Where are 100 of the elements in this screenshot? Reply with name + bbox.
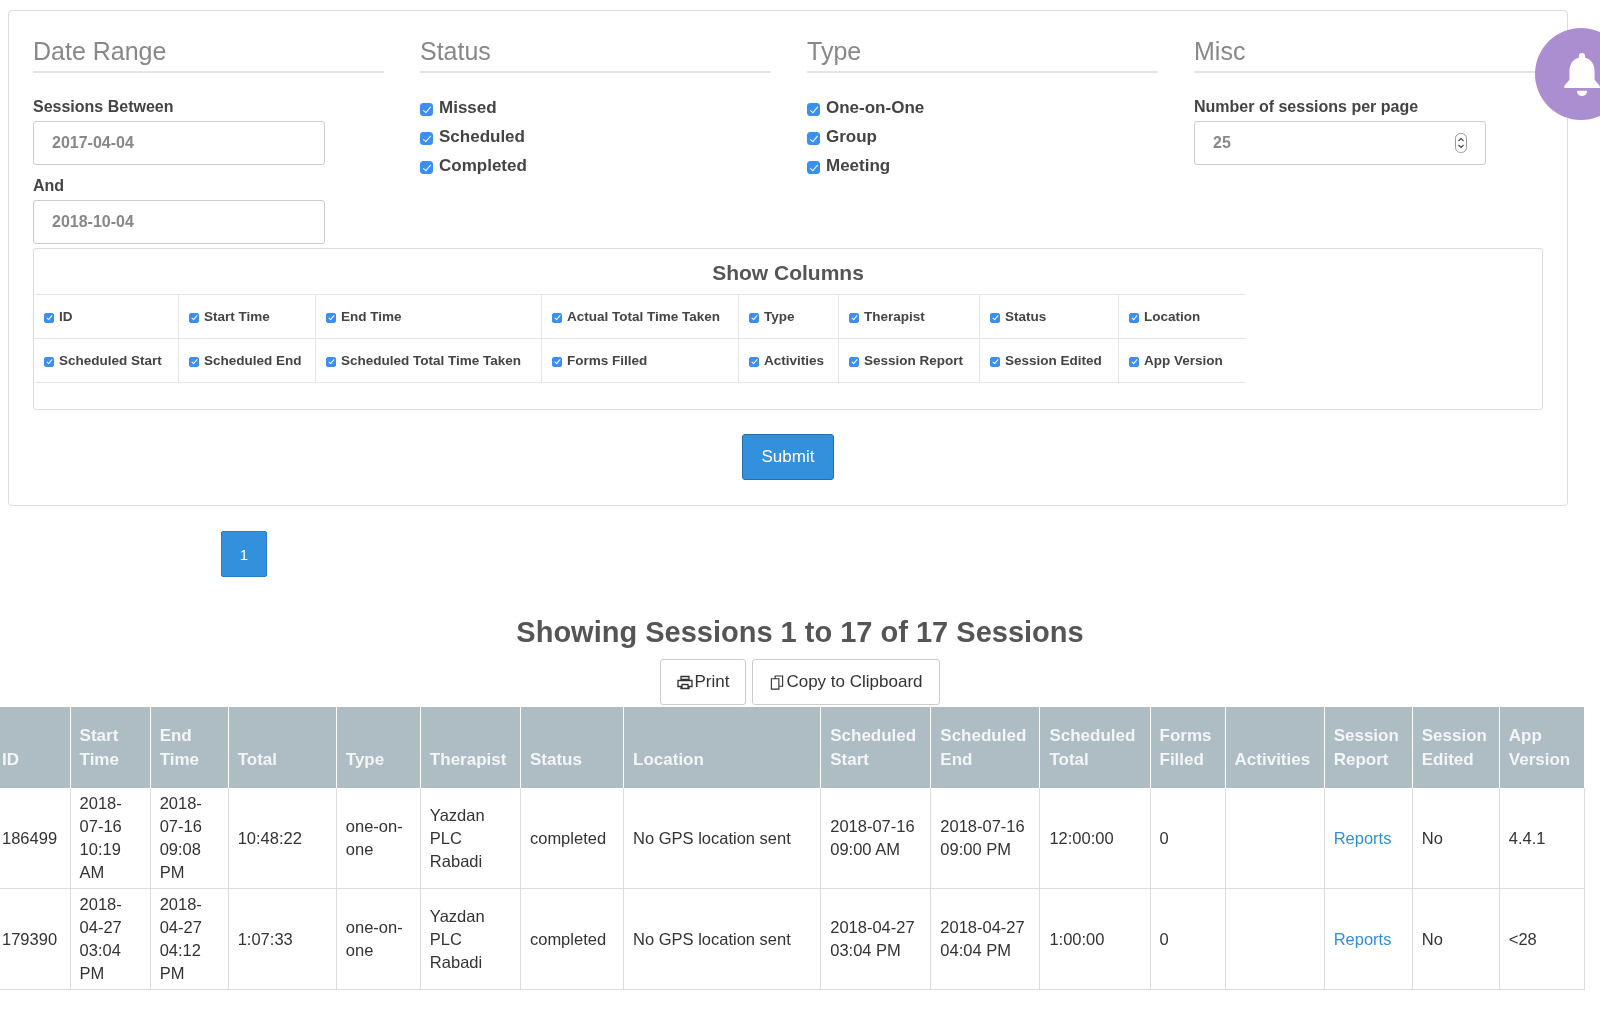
table-cell: 0 bbox=[1159, 929, 1169, 948]
table-cell: 2018-04-27 03:04 PM bbox=[830, 918, 915, 959]
submit-button[interactable]: Submit bbox=[742, 434, 834, 480]
checkbox[interactable] bbox=[849, 357, 859, 367]
table-cell: 1:00:00 bbox=[1049, 929, 1105, 948]
table-cell: one-on-one bbox=[345, 817, 403, 858]
table-cell: No GPS location sent bbox=[633, 929, 791, 948]
table-cell: Yazdan PLC Rabadi bbox=[429, 805, 485, 870]
section-heading: Type bbox=[807, 31, 1158, 73]
table-cell: 2018-07-16 10:19 AM bbox=[79, 794, 122, 881]
spinner-icon[interactable] bbox=[1455, 133, 1467, 153]
checkbox-label: Session Report bbox=[864, 353, 964, 368]
print-button[interactable]: Print bbox=[660, 659, 747, 705]
table-cell: 2018-07-16 09:08 PM bbox=[159, 794, 202, 881]
checkbox-label: Therapist bbox=[864, 309, 925, 324]
column-header: App Version bbox=[1499, 707, 1585, 788]
checkbox[interactable] bbox=[807, 132, 820, 145]
table-cell: <28 bbox=[1508, 929, 1537, 948]
table-cell: 2018-07-16 09:00 PM bbox=[940, 817, 1025, 858]
table-cell: 179390 bbox=[2, 929, 58, 948]
table-cell: 12:00:00 bbox=[1049, 828, 1114, 847]
checkbox[interactable] bbox=[189, 357, 199, 367]
table-cell: one-on-one bbox=[345, 918, 403, 959]
column-header: Scheduled End bbox=[930, 707, 1040, 788]
column-header: Therapist bbox=[420, 707, 521, 788]
field-label: Sessions Between bbox=[33, 98, 175, 116]
reports-link[interactable]: Reports bbox=[1333, 828, 1392, 847]
checkbox[interactable] bbox=[749, 313, 759, 323]
column-header: Status bbox=[520, 707, 624, 788]
column-header: ID bbox=[0, 707, 71, 788]
table-cell: completed bbox=[529, 929, 607, 948]
checkbox[interactable] bbox=[552, 313, 562, 323]
printer-icon bbox=[677, 674, 694, 690]
checkbox-label: Scheduled Start bbox=[59, 353, 162, 368]
table-cell: Yazdan PLC Rabadi bbox=[429, 906, 485, 971]
checkbox-label: Actual Total Time Taken bbox=[567, 309, 721, 324]
checkbox[interactable] bbox=[807, 161, 820, 174]
checkbox-label: Session Edited bbox=[1005, 353, 1102, 368]
column-header: Session Report bbox=[1324, 707, 1413, 788]
checkbox[interactable] bbox=[990, 357, 1000, 367]
checkbox[interactable] bbox=[807, 103, 820, 116]
checkbox-label: Group bbox=[826, 127, 877, 147]
bell-icon bbox=[1561, 51, 1600, 97]
column-header: End Time bbox=[150, 707, 229, 788]
checkbox[interactable] bbox=[326, 313, 336, 323]
field-label: And bbox=[33, 177, 66, 195]
checkbox-label: Location bbox=[1144, 309, 1201, 324]
column-header: Forms Filled bbox=[1150, 707, 1226, 788]
checkbox-label: End Time bbox=[341, 309, 402, 324]
checkbox-label: Meeting bbox=[826, 156, 891, 176]
checkbox[interactable] bbox=[1129, 313, 1139, 323]
checkbox[interactable] bbox=[990, 313, 1000, 323]
results-title: Showing Sessions 1 to 17 of 17 Sessions bbox=[515, 616, 1085, 649]
copy-button[interactable]: Copy to Clipboard bbox=[752, 659, 940, 705]
checkbox-label: Activities bbox=[764, 353, 825, 368]
page-button[interactable]: 1 bbox=[221, 531, 267, 577]
number-input-field[interactable]: 25 bbox=[1194, 121, 1486, 165]
column-header: Session Edited bbox=[1412, 707, 1500, 788]
checkbox[interactable] bbox=[44, 357, 54, 367]
checkbox-label: Status bbox=[1005, 309, 1047, 324]
section-heading: Date Range bbox=[33, 31, 384, 73]
checkbox[interactable] bbox=[420, 132, 433, 145]
checkbox[interactable] bbox=[44, 313, 54, 323]
table-cell: completed bbox=[529, 828, 607, 847]
table-cell: 2018-07-16 09:00 AM bbox=[830, 817, 915, 858]
checkbox-label: One-on-One bbox=[826, 98, 925, 118]
table-cell: No bbox=[1421, 929, 1443, 948]
column-header: Total bbox=[228, 707, 337, 788]
checkbox[interactable] bbox=[552, 357, 562, 367]
checkbox[interactable] bbox=[749, 357, 759, 367]
date-input-field[interactable]: 2018-10-04 bbox=[33, 200, 325, 244]
checkbox[interactable] bbox=[326, 357, 336, 367]
checkbox-label: Completed bbox=[439, 156, 527, 176]
checkbox-label: App Version bbox=[1144, 353, 1223, 368]
checkbox-label: Type bbox=[764, 309, 795, 324]
column-header: Scheduled Total bbox=[1039, 707, 1150, 788]
checkbox-label: Start Time bbox=[204, 309, 270, 324]
checkbox-label: Scheduled bbox=[439, 127, 525, 147]
table-cell: 2018-04-27 04:12 PM bbox=[159, 895, 202, 982]
copy-icon bbox=[769, 674, 786, 690]
table-cell: No bbox=[1421, 828, 1443, 847]
column-header: Location bbox=[623, 707, 821, 788]
field-label: Number of sessions per page bbox=[1194, 98, 1420, 116]
notification-button[interactable] bbox=[1535, 28, 1600, 120]
reports-link[interactable]: Reports bbox=[1333, 929, 1392, 948]
checkbox[interactable] bbox=[1129, 357, 1139, 367]
checkbox[interactable] bbox=[849, 313, 859, 323]
checkbox[interactable] bbox=[420, 161, 433, 174]
checkbox[interactable] bbox=[189, 313, 199, 323]
checkbox-label: Missed bbox=[439, 98, 497, 118]
column-header: Type bbox=[336, 707, 421, 788]
checkbox-label: Scheduled End bbox=[204, 353, 302, 368]
column-header: Start Time bbox=[70, 707, 151, 788]
table-cell: 1:07:33 bbox=[237, 929, 293, 948]
checkbox[interactable] bbox=[420, 103, 433, 116]
table-cell: 186499 bbox=[2, 828, 58, 847]
column-header: Activities bbox=[1225, 707, 1325, 788]
column-header: Scheduled Start bbox=[820, 707, 931, 788]
table-cell: 10:48:22 bbox=[237, 828, 302, 847]
date-input-field[interactable]: 2017-04-04 bbox=[33, 121, 325, 165]
